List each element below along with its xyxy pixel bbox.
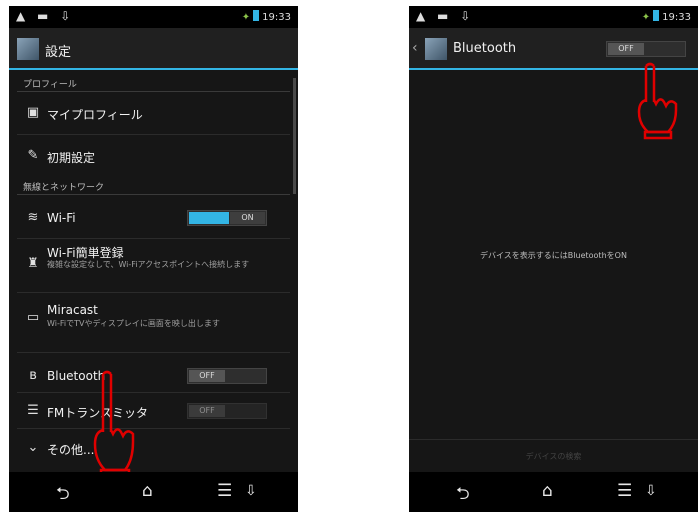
- download-icon[interactable]: ⇩: [245, 483, 257, 499]
- settings-app-icon[interactable]: [425, 38, 447, 60]
- signal-icon: ✦: [241, 12, 251, 23]
- notification-icons: ▲ ▬ ⇩: [16, 9, 75, 23]
- search-devices-button[interactable]: デバイスの検索: [409, 439, 698, 472]
- scrollbar[interactable]: [293, 78, 296, 194]
- settings-item-summary: 複雑な設定なしで、Wi-Fiアクセスポイントへ接続します: [47, 260, 250, 269]
- home-icon[interactable]: ⌂: [142, 481, 153, 501]
- page-title: 設定: [45, 45, 72, 60]
- toggle-state: OFF: [608, 43, 644, 55]
- empty-state-message: デバイスを表示するにはBluetoothをON: [480, 251, 627, 260]
- status-bar: ▲ ▬ ⇩ ✦ 19:33: [9, 6, 298, 28]
- clock: 19:33: [262, 12, 291, 23]
- wifi-icon: ≋: [27, 210, 39, 225]
- status-right: ✦ 19:33: [642, 10, 691, 23]
- fm-toggle[interactable]: OFF: [187, 403, 267, 419]
- divider: [17, 352, 290, 353]
- settings-screen: ▲ ▬ ⇩ ✦ 19:33 設定 プロフィール ▣ マイプロフィール ✎ 初期設定…: [9, 6, 298, 512]
- settings-item-label: マイプロフィール: [47, 108, 143, 122]
- toggle-state: OFF: [189, 370, 225, 382]
- settings-item-label: Miracast: [47, 303, 98, 317]
- back-icon[interactable]: ⮌: [456, 481, 470, 510]
- settings-item-label: Wi-Fi簡単登録: [47, 246, 124, 260]
- more-chevron-icon: ⌄: [27, 440, 39, 455]
- notification-icons: ▲ ▬ ⇩: [416, 9, 475, 23]
- clock: 19:33: [662, 12, 691, 23]
- section-divider: [17, 194, 290, 195]
- pointing-hand-icon: [93, 370, 135, 478]
- settings-app-icon: [17, 38, 39, 60]
- bluetooth-toggle[interactable]: OFF: [187, 368, 267, 384]
- divider: [17, 292, 290, 293]
- section-header-profile: プロフィール: [23, 80, 77, 90]
- status-right: ✦ 19:33: [242, 10, 291, 23]
- battery-icon: [653, 10, 660, 21]
- battery-icon: [253, 10, 260, 21]
- wifi-setup-icon: ♜: [27, 256, 39, 271]
- home-icon[interactable]: ⌂: [542, 481, 553, 501]
- bluetooth-screen: ▲ ▬ ⇩ ✦ 19:33 ‹ Bluetooth OFF デバイスを表示するには…: [409, 6, 698, 512]
- bluetooth-icon: ʙ: [29, 368, 37, 383]
- radio-icon: ☰: [27, 403, 39, 418]
- menu-icon[interactable]: ☰: [617, 481, 632, 501]
- page-title: Bluetooth: [453, 41, 517, 56]
- nav-bar: ⮌ ⌂ ☰ ⇩: [409, 472, 698, 512]
- toggle-on-fill: [189, 212, 229, 224]
- divider: [17, 392, 290, 393]
- wifi-toggle[interactable]: ON: [187, 210, 267, 226]
- profile-card-icon: ▣: [26, 105, 40, 120]
- pointing-hand-icon: [637, 62, 678, 140]
- signal-icon: ✦: [641, 12, 651, 23]
- divider: [17, 238, 290, 239]
- settings-item-label: Wi-Fi: [47, 211, 76, 225]
- settings-item-label: 初期設定: [47, 151, 96, 165]
- back-icon[interactable]: ⮌: [56, 481, 70, 510]
- toggle-state: ON: [230, 212, 265, 224]
- bluetooth-master-toggle[interactable]: OFF: [606, 41, 686, 57]
- wrench-icon: ✎: [27, 148, 39, 163]
- divider: [17, 428, 290, 429]
- cast-screen-icon: ▭: [26, 310, 40, 325]
- settings-list[interactable]: プロフィール ▣ マイプロフィール ✎ 初期設定 無線とネットワーク ≋ Wi-…: [9, 70, 298, 478]
- settings-item-summary: Wi-FiでTVやディスプレイに画面を映し出します: [47, 319, 220, 328]
- settings-item-label: その他...: [47, 443, 95, 457]
- nav-bar: ⮌ ⌂ ☰ ⇩: [9, 472, 298, 512]
- search-devices-label: デバイスの検索: [525, 452, 582, 461]
- section-header-network: 無線とネットワーク: [23, 183, 105, 193]
- status-bar: ▲ ▬ ⇩ ✦ 19:33: [409, 6, 698, 28]
- menu-icon[interactable]: ☰: [217, 481, 232, 501]
- toggle-state: OFF: [189, 405, 225, 417]
- section-divider: [17, 91, 290, 92]
- divider: [17, 134, 290, 135]
- download-icon[interactable]: ⇩: [645, 483, 657, 499]
- action-bar: 設定: [9, 28, 298, 70]
- up-caret-icon[interactable]: ‹: [412, 40, 418, 56]
